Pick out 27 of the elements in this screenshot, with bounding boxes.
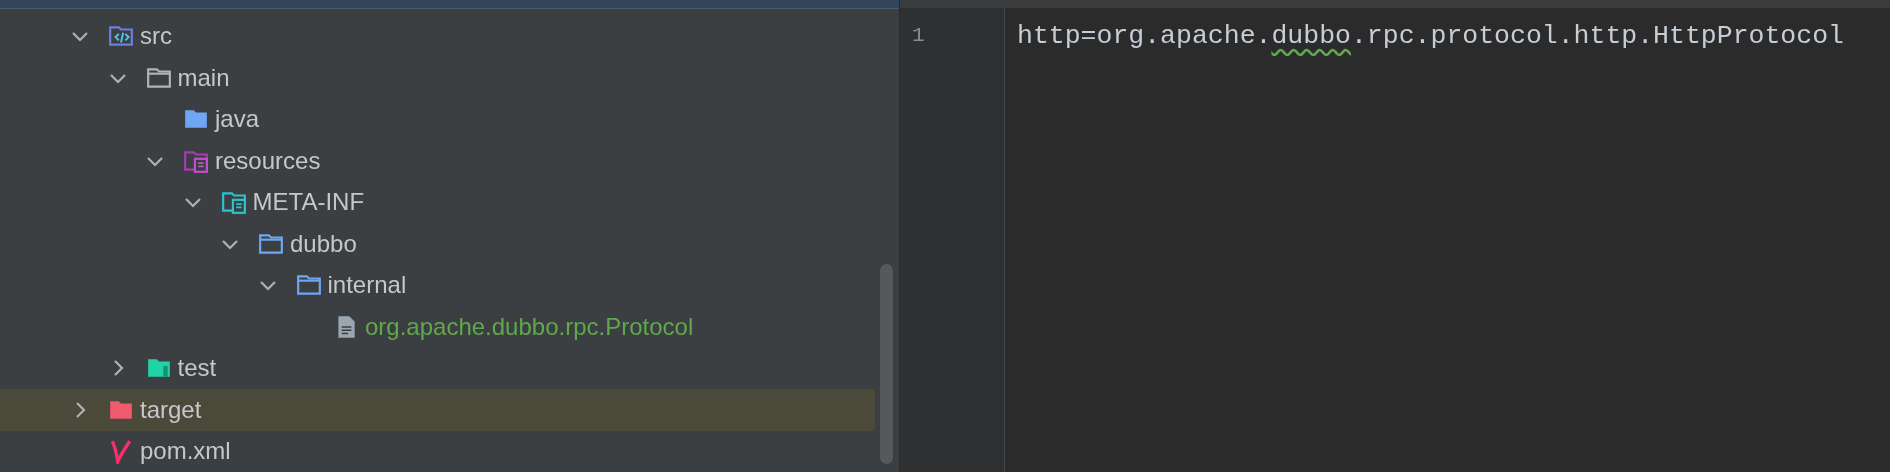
tree-item-label: main xyxy=(177,63,230,92)
tree-row[interactable]: pom.xml xyxy=(0,430,875,472)
tree-item-label: META-INF xyxy=(252,188,365,217)
maven-icon xyxy=(108,438,134,465)
tree-item-label: src xyxy=(140,22,172,51)
tree-row[interactable]: main xyxy=(0,57,875,99)
tree-row[interactable]: org.apache.dubbo.rpc.Protocol xyxy=(0,306,875,348)
tree-item-label: test xyxy=(177,354,217,383)
resource-folder-icon xyxy=(220,189,247,216)
line-number: 1 xyxy=(911,23,926,49)
tree-row[interactable]: META-INF xyxy=(0,181,875,223)
code-line: http=org.apache.dubbo.rpc.protocol.http.HttpProtocol xyxy=(1017,20,1844,53)
tree-item-label: target xyxy=(140,395,202,424)
tree-row[interactable]: java xyxy=(0,98,875,140)
tree-row[interactable]: src xyxy=(0,15,875,57)
tree-row[interactable]: internal xyxy=(0,264,875,306)
tree-row[interactable]: target xyxy=(0,389,875,431)
tree-row[interactable]: resources xyxy=(0,140,875,182)
tree-item-label: pom.xml xyxy=(140,437,231,466)
tree-item-label: org.apache.dubbo.rpc.Protocol xyxy=(365,312,694,341)
tree-item-label: java xyxy=(215,105,260,134)
tree-item-label: dubbo xyxy=(290,229,357,258)
scrollbar[interactable] xyxy=(880,264,893,464)
tree-row[interactable]: dubbo xyxy=(0,223,875,265)
tree-row[interactable]: test xyxy=(0,347,875,389)
tree-item-label: internal xyxy=(327,271,407,300)
tree-item-label: resources xyxy=(215,146,321,175)
